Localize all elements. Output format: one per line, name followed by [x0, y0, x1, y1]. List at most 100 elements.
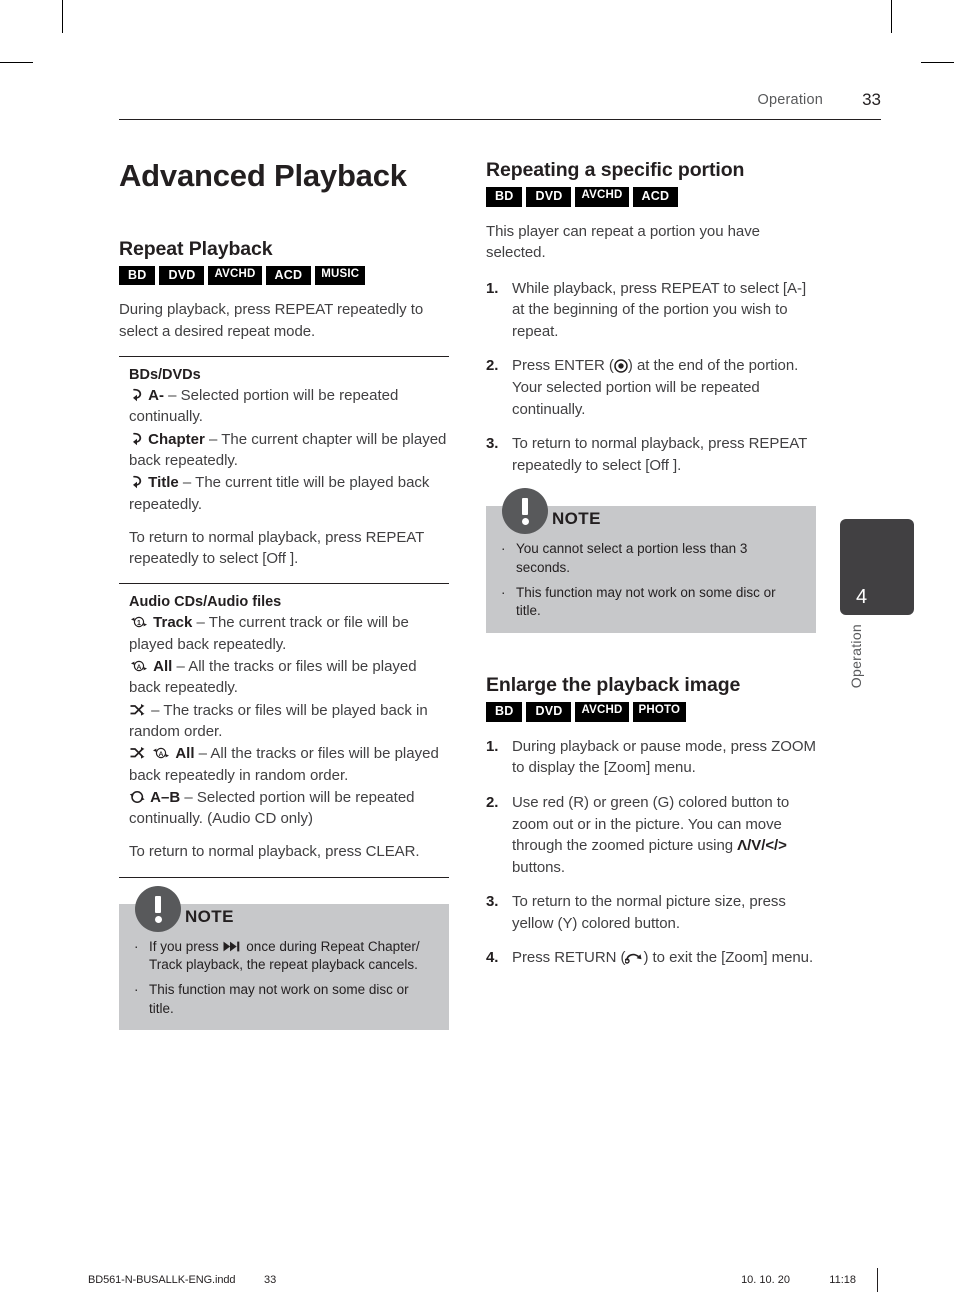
note-box-repeating-portion: NOTE · You cannot select a portion less … — [486, 488, 816, 633]
enter-icon — [614, 359, 628, 374]
step-number: 1. — [486, 737, 499, 755]
note-list-item: · You cannot select a portion less than … — [498, 540, 804, 577]
audio-cds-group: Audio CDs/Audio files 1 Track – The curr… — [119, 594, 449, 862]
exclamation-icon — [135, 885, 181, 932]
section-heading-enlarge-image: Enlarge the playback image — [486, 673, 741, 696]
item-label: Track — [153, 614, 193, 632]
item-label: All — [153, 658, 173, 676]
item-label: Title — [148, 474, 179, 492]
list-item: A All – All the tracks or files will be … — [129, 656, 449, 699]
item-label: A- — [148, 387, 164, 405]
header-page-number: 33 — [862, 90, 881, 109]
header-divider — [119, 119, 881, 120]
return-icon — [625, 951, 643, 965]
media-badges-repeat-playback: BD DVD AVCHD ACD MUSIC — [119, 265, 449, 286]
chapter-label: Operation — [848, 624, 864, 689]
step-text-pre: Press ENTER ( — [512, 357, 614, 375]
note-box-repeat-playback: NOTE · If you press once during Repeat C… — [119, 885, 449, 1031]
badge-photo: PHOTO — [632, 702, 687, 722]
badge-dvd: DVD — [159, 265, 205, 286]
right-column: Repeating a specific portion BD DVD AVCH… — [486, 159, 816, 982]
note-list-item: · If you press once during Repeat Chapte… — [131, 938, 437, 975]
item-text: – Selected portion will be repeated cont… — [129, 387, 399, 426]
crop-mark-left-top — [0, 62, 33, 63]
crop-mark-top-right — [891, 0, 892, 33]
bullet-icon: · — [501, 541, 506, 557]
shuffle-icon — [129, 703, 147, 717]
skip-forward-icon — [223, 941, 243, 952]
note-text: This function may not work on some disc … — [516, 584, 776, 619]
subheading-bds-dvds: BDs/DVDs — [129, 367, 201, 384]
note-list-item: · This function may not work on some dis… — [498, 584, 804, 621]
note-text-pre: If you press — [149, 938, 223, 954]
media-badges-repeating-portion: BD DVD AVCHD ACD — [486, 187, 816, 207]
repeat-ab-icon — [129, 387, 144, 402]
step-number: 3. — [486, 435, 499, 453]
list-item: A All – All the tracks or files will be … — [129, 743, 449, 786]
repeat-all-icon: A — [151, 746, 171, 760]
bds-dvds-group: BDs/DVDs A- – Selected portion will be r… — [119, 367, 449, 569]
step-item: 2. Press ENTER ( ) at the end of the por… — [486, 355, 816, 420]
repeat-one-icon: 1 — [129, 615, 149, 629]
crop-mark-top-left — [62, 0, 63, 33]
steps-enlarge-image: 1. During playback or pause mode, press … — [486, 736, 816, 969]
audio-cds-outro: To return to normal playback, press CLEA… — [129, 843, 420, 861]
note-text: You cannot select a portion less than 3 … — [516, 541, 748, 575]
repeating-portion-intro: This player can repeat a portion you hav… — [486, 222, 760, 262]
list-item: A–B – Selected portion will be repeated … — [129, 787, 449, 830]
divider-above-bds-dvds — [119, 356, 449, 358]
repeat-ab-circle-icon — [129, 790, 146, 804]
divider-above-note — [119, 876, 449, 878]
exclamation-icon — [502, 488, 548, 535]
list-item: 1 Track – The current track or file will… — [129, 612, 449, 655]
left-column: Advanced Playback Repeat Playback BD DVD… — [119, 159, 449, 1031]
divider-above-audio-cds — [119, 583, 449, 585]
chapter-tab: 4 — [840, 519, 914, 615]
item-text: – The tracks or files will be played bac… — [129, 701, 428, 740]
footer-filename: BD561-N-BUSALLK-ENG.indd — [88, 1274, 236, 1286]
svg-text:1: 1 — [137, 621, 141, 628]
item-label: Chapter — [148, 430, 205, 448]
note-list-item: · This function may not work on some dis… — [131, 981, 437, 1018]
step-text: To return to the normal picture size, pr… — [512, 893, 786, 932]
note-text: This function may not work on some disc … — [149, 981, 409, 1016]
step-number: 4. — [486, 949, 499, 967]
badge-avchd: AVCHD — [208, 265, 262, 286]
bullet-icon: · — [134, 938, 139, 954]
shuffle-repeat-all-icon — [129, 746, 147, 760]
item-label: A–B — [150, 788, 181, 806]
list-item: Title – The current title will be played… — [129, 472, 449, 515]
badge-music: MUSIC — [315, 265, 366, 286]
badge-avchd: AVCHD — [575, 702, 629, 722]
badge-dvd: DVD — [526, 702, 572, 722]
section-heading-repeat-playback: Repeat Playback — [119, 237, 273, 260]
step-item: 1. While playback, press REPEAT to selec… — [486, 278, 816, 343]
list-item: – The tracks or files will be played bac… — [129, 700, 449, 743]
badge-bd: BD — [486, 702, 523, 722]
media-badges-enlarge-image: BD DVD AVCHD PHOTO — [486, 702, 816, 722]
note-list: · You cannot select a portion less than … — [498, 540, 804, 621]
footer-date: 10. 10. 20 — [741, 1274, 790, 1286]
section-heading-repeating-portion: Repeating a specific portion — [486, 159, 745, 181]
step-number: 3. — [486, 893, 499, 911]
note-title: NOTE — [185, 906, 234, 926]
step-number: 2. — [486, 793, 499, 811]
badge-dvd: DVD — [526, 187, 572, 207]
note-list: · If you press once during Repeat Chapte… — [131, 938, 437, 1019]
subheading-audio-cds: Audio CDs/Audio files — [129, 594, 282, 611]
step-item: 4. Press RETURN ( ) to exit the [Zoom] m… — [486, 947, 816, 969]
chapter-number: 4 — [856, 586, 868, 608]
footer-crop-bar — [877, 1268, 878, 1292]
step-text: During playback or pause mode, press ZOO… — [512, 737, 816, 777]
list-item: A- – Selected portion will be repeated c… — [129, 385, 449, 428]
step-item: 2. Use red (R) or green (G) colored butt… — [486, 792, 816, 878]
step-text-pre: Press RETURN ( — [512, 949, 626, 967]
repeat-all-icon: A — [129, 659, 149, 673]
step-text-post: ) to exit the [Zoom] menu. — [643, 949, 814, 967]
arrow-keys-icon: Λ/V/</> — [737, 837, 787, 855]
badge-acd: ACD — [265, 265, 312, 286]
step-text-post: buttons. — [512, 858, 565, 876]
repeat-chapter-icon — [129, 431, 144, 446]
step-item: 1. During playback or pause mode, press … — [486, 736, 816, 779]
badge-bd: BD — [119, 265, 156, 286]
